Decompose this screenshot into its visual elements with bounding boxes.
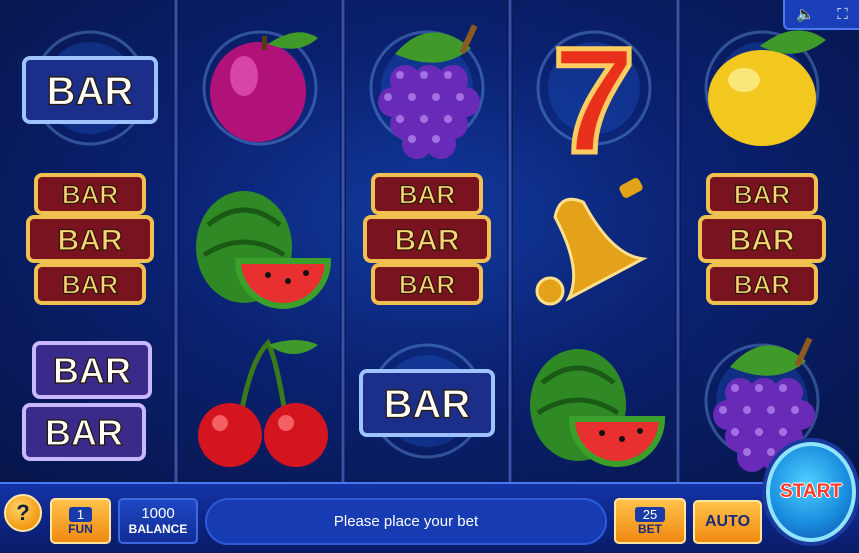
svg-text:BAR: BAR: [734, 269, 791, 299]
reel-5: BAR BAR BAR: [680, 0, 844, 482]
symbol-double-bar: BAR BAR: [8, 323, 172, 478]
balance-value: 1000: [141, 505, 175, 522]
fun-display: 1 FUN: [50, 498, 111, 544]
balance-label: BALANCE: [128, 522, 188, 536]
svg-text:BAR: BAR: [734, 179, 791, 209]
bet-value: 25: [634, 506, 666, 522]
svg-text:BAR: BAR: [395, 224, 460, 257]
bottom-panel: ? 1 FUN 1000 BALANCE Please place your b…: [0, 482, 859, 553]
symbol-lemon: [680, 10, 844, 165]
symbol-watermelon: [512, 323, 676, 478]
auto-button[interactable]: AUTO: [693, 500, 762, 544]
symbol-triple-bar: BAR BAR BAR: [8, 165, 172, 320]
symbol-watermelon: [178, 165, 342, 320]
symbol-bar-single: BAR: [8, 10, 172, 165]
symbol-cherries: [178, 323, 342, 478]
reel-1: BAR BAR BAR BAR BAR BAR: [8, 0, 172, 482]
bet-label: BET: [638, 521, 662, 536]
reel-separator: [173, 0, 179, 482]
svg-text:BAR: BAR: [62, 269, 119, 299]
svg-text:7: 7: [552, 16, 635, 165]
symbol-triple-bar: BAR BAR BAR: [680, 165, 844, 320]
symbol-triple-bar: BAR BAR BAR: [345, 165, 509, 320]
reel-separator: [675, 0, 681, 482]
fun-value: 1: [68, 506, 93, 522]
speaker-icon[interactable]: 🔈: [796, 7, 815, 22]
symbol-plum: [178, 10, 342, 165]
fun-label: FUN: [68, 521, 93, 536]
fullscreen-icon[interactable]: ⛶: [837, 7, 848, 22]
bet-selector[interactable]: 25 BET: [614, 498, 686, 544]
symbol-bar-single: BAR: [345, 323, 509, 478]
svg-text:BAR: BAR: [45, 412, 123, 453]
reel-separator: [507, 0, 513, 482]
status-message: Please place your bet: [205, 498, 607, 545]
reel-separator: [340, 0, 346, 482]
svg-text:BAR: BAR: [399, 179, 456, 209]
symbol-grapes: [345, 10, 509, 165]
balance-display: 1000 BALANCE: [118, 498, 198, 544]
svg-text:BAR: BAR: [730, 224, 795, 257]
svg-text:BAR: BAR: [58, 224, 123, 257]
corner-controls: 🔈 ⛶: [783, 0, 859, 30]
svg-text:BAR: BAR: [47, 69, 134, 113]
reel-2: [178, 0, 342, 482]
symbol-bell: [512, 165, 676, 320]
reels-area: BAR BAR BAR BAR BAR BAR BAR BAR BAR BAR 7 BAR BAR BAR: [0, 0, 859, 482]
svg-text:BAR: BAR: [62, 179, 119, 209]
reel-4: 7: [512, 0, 676, 482]
reel-3: BAR BAR BAR BAR: [345, 0, 509, 482]
start-button[interactable]: START: [766, 442, 856, 542]
svg-text:BAR: BAR: [399, 269, 456, 299]
svg-text:BAR: BAR: [384, 382, 471, 426]
svg-text:BAR: BAR: [53, 350, 131, 391]
symbol-seven: 7: [512, 10, 676, 165]
help-button[interactable]: ?: [4, 494, 42, 532]
